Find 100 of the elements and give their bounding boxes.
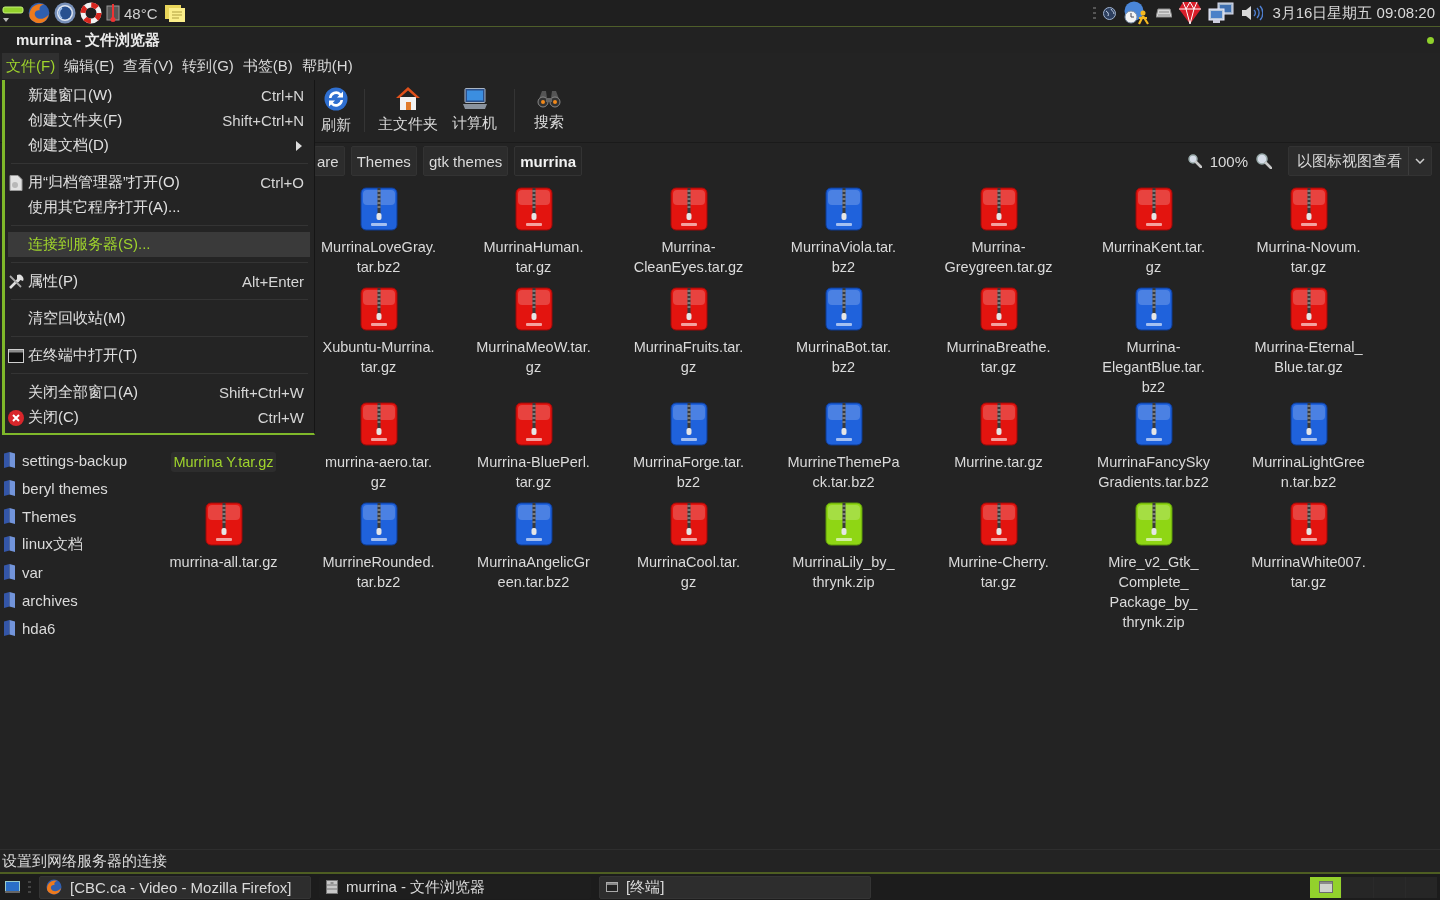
sidebar-item[interactable]: archives	[0, 586, 144, 614]
file-name[interactable]: Murrina-Greygreen.tar.gz	[937, 237, 1060, 277]
archive-icon[interactable]	[824, 402, 863, 446]
file-name[interactable]: MurrinaForge.tar.bz2	[627, 452, 750, 492]
file-name[interactable]: Murrine.tar.gz	[952, 452, 1045, 472]
sidebar-item[interactable]: var	[0, 558, 144, 586]
file-name[interactable]: MurrinaFancySkyGradients.tar.bz2	[1092, 452, 1215, 492]
archive-icon[interactable]	[824, 187, 863, 231]
sidebar-item[interactable]: linux文档	[0, 530, 144, 558]
file-name[interactable]: MurrinaLoveGray.tar.bz2	[317, 237, 440, 277]
archive-icon[interactable]	[669, 187, 708, 231]
indicator-dot-icon[interactable]	[1427, 36, 1434, 44]
menu-item[interactable]: 关闭全部窗口(A) Shift+Ctrl+W	[8, 380, 310, 405]
workspace[interactable]	[1310, 876, 1341, 898]
menu-item[interactable]: 在终端中打开(T)	[8, 343, 310, 368]
archive-icon[interactable]	[1289, 402, 1328, 446]
archive-icon[interactable]	[359, 502, 398, 546]
archive-icon[interactable]	[1289, 287, 1328, 331]
file-name[interactable]: murrina-aero.tar.gz	[317, 452, 440, 492]
archive-icon[interactable]	[824, 502, 863, 546]
file-name[interactable]: MurrinaHuman.tar.gz	[472, 237, 595, 277]
archive-icon[interactable]	[979, 402, 1018, 446]
archive-icon[interactable]	[1134, 187, 1173, 231]
network-icon[interactable]	[1208, 2, 1235, 24]
menu-item[interactable]: 清空回收站(M)	[8, 306, 310, 331]
menubar-item[interactable]: 编辑(E)	[60, 53, 119, 79]
archive-icon[interactable]	[669, 287, 708, 331]
archive-icon[interactable]	[514, 187, 553, 231]
menu-item[interactable]: 用“归档管理器”打开(O) Ctrl+O	[8, 170, 310, 195]
path-button[interactable]: are	[314, 146, 345, 176]
sidebar-item[interactable]: beryl themes	[0, 474, 144, 502]
task-button[interactable]: [终端]	[599, 875, 871, 899]
file-name[interactable]: MurrinaLightGreen.tar.bz2	[1247, 452, 1370, 492]
file-name[interactable]: MurrineRounded.tar.bz2	[317, 552, 440, 592]
archive-icon[interactable]	[1289, 187, 1328, 231]
archive-icon[interactable]	[669, 402, 708, 446]
menu-item[interactable]: 创建文件夹(F) Shift+Ctrl+N	[8, 108, 310, 133]
globe-icon[interactable]	[28, 2, 50, 24]
toolbar-button[interactable]: 计算机	[445, 79, 504, 142]
archive-icon[interactable]	[359, 187, 398, 231]
archive-icon[interactable]	[824, 287, 863, 331]
show-desktop-icon[interactable]	[5, 881, 20, 893]
file-name[interactable]: MurrinaViola.tar.bz2	[782, 237, 905, 277]
menu-item[interactable]: 使用其它程序打开(A)...	[8, 195, 310, 220]
sidebar-item[interactable]: hda6	[0, 614, 144, 642]
sidebar-item[interactable]: settings-backup	[0, 446, 144, 474]
path-button[interactable]: Themes	[350, 146, 417, 176]
archive-icon[interactable]	[514, 402, 553, 446]
file-name[interactable]: murrina-all.tar.gz	[167, 552, 280, 572]
archive-icon[interactable]	[359, 287, 398, 331]
menu-item[interactable]: 新建窗口(W) Ctrl+N	[8, 83, 310, 108]
task-button[interactable]: [CBC.ca - Video - Mozilla Firefox]	[39, 875, 311, 899]
file-name[interactable]: MurrinaWhite007.tar.gz	[1247, 552, 1370, 592]
archive-icon[interactable]	[204, 502, 243, 546]
menubar-item[interactable]: 文件(F)	[2, 53, 60, 79]
archive-icon[interactable]	[514, 502, 553, 546]
path-button[interactable]: murrina	[514, 146, 583, 176]
file-name[interactable]: MurrinaLily_by_thrynk.zip	[782, 552, 905, 592]
file-name[interactable]: MurrinaBreathe.tar.gz	[937, 337, 1060, 377]
archive-icon[interactable]	[1134, 502, 1173, 546]
archive-icon[interactable]	[1289, 502, 1328, 546]
file-name[interactable]: Murrina Y.tar.gz	[171, 452, 276, 472]
file-name[interactable]: MurrinaKent.tar.gz	[1092, 237, 1215, 277]
archive-icon[interactable]	[1134, 402, 1173, 446]
menu-item[interactable]: 属性(P) Alt+Enter	[8, 269, 310, 294]
file-name[interactable]: MurrinaAngelicGreen.tar.bz2	[472, 552, 595, 592]
menubar-item[interactable]: 书签(B)	[238, 53, 297, 79]
archive-icon[interactable]	[979, 287, 1018, 331]
menubar-item[interactable]: 帮助(H)	[297, 53, 357, 79]
keyboard-icon[interactable]	[1156, 8, 1173, 18]
file-name[interactable]: Mire_v2_Gtk_Complete_Package_by_thrynk.zip	[1092, 552, 1215, 632]
archive-icon[interactable]	[669, 502, 708, 546]
archive-icon[interactable]	[979, 187, 1018, 231]
sidebar-item[interactable]: Themes	[0, 502, 144, 530]
file-name[interactable]: MurrinaMeoW.tar.gz	[472, 337, 595, 377]
file-name[interactable]: MurrinaBot.tar.bz2	[782, 337, 905, 377]
path-button[interactable]: gtk themes	[422, 146, 509, 176]
zoom-in-icon[interactable]	[1256, 153, 1272, 169]
file-name[interactable]: MurrinaFruits.tar.gz	[627, 337, 750, 377]
menubar-item[interactable]: 转到(G)	[178, 53, 238, 79]
file-name[interactable]: MurrinaCool.tar.gz	[627, 552, 750, 592]
toolbar-button[interactable]: 搜索	[527, 79, 571, 142]
file-name[interactable]: Murrina-CleanEyes.tar.gz	[627, 237, 750, 277]
archive-icon[interactable]	[359, 402, 398, 446]
globe-icon[interactable]	[1103, 6, 1117, 20]
file-name[interactable]: MurrineThemePack.tar.bz2	[782, 452, 905, 492]
zoom-out-icon[interactable]	[1187, 154, 1202, 168]
menu-item[interactable]: 关闭(C) Ctrl+W	[8, 405, 310, 430]
speaker-icon[interactable]	[1241, 5, 1264, 21]
notes-icon[interactable]	[163, 3, 186, 23]
clock-person-icon[interactable]	[1123, 1, 1150, 25]
file-name[interactable]: Xubuntu-Murrina.tar.gz	[317, 337, 440, 377]
menu-item[interactable]: 创建文档(D)	[8, 133, 310, 158]
file-name[interactable]: Murrina-Eternal_Blue.tar.gz	[1247, 337, 1370, 377]
view-mode-select[interactable]: 以图标视图查看	[1288, 146, 1432, 176]
menu-item[interactable]: 连接到服务器(S)...	[8, 232, 310, 257]
archive-icon[interactable]	[1134, 287, 1173, 331]
file-name[interactable]: Murrina-ElegantBlue.tar.bz2	[1092, 337, 1215, 397]
file-name[interactable]: Murrina-Novum.tar.gz	[1247, 237, 1370, 277]
archive-icon[interactable]	[514, 287, 553, 331]
